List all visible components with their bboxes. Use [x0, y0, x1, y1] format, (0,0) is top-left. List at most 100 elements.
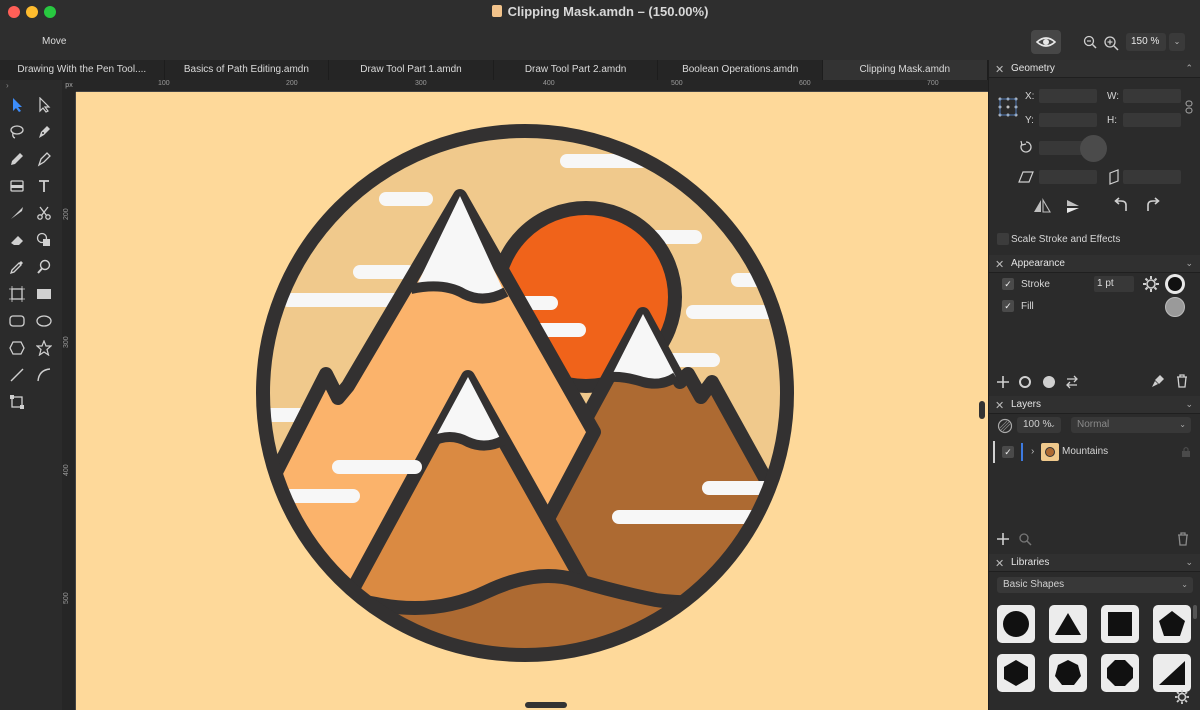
brush-clean-icon[interactable] — [1151, 374, 1165, 388]
hexagon-icon — [9, 341, 25, 355]
chevron-right-icon[interactable]: › — [1031, 446, 1034, 457]
rotate-left-icon[interactable] — [1113, 197, 1129, 213]
node-tool[interactable] — [33, 94, 55, 116]
tab-draw-tool-1[interactable]: Draw Tool Part 1.amdn — [329, 60, 494, 80]
canvas-area[interactable] — [76, 92, 988, 710]
rectangle-tool[interactable] — [33, 283, 55, 305]
library-shape-octagon[interactable] — [1101, 654, 1139, 692]
zoom-level-field[interactable]: 150 % — [1126, 33, 1166, 51]
close-panel-icon[interactable]: ✕ — [995, 557, 1004, 570]
transform-tool[interactable] — [6, 391, 28, 413]
star-tool[interactable] — [33, 337, 55, 359]
move-tool[interactable] — [6, 94, 28, 116]
scale-stroke-checkbox[interactable] — [997, 233, 1009, 245]
polygon-tool[interactable] — [6, 337, 28, 359]
library-dropdown[interactable]: Basic Shapes ⌄ — [997, 577, 1193, 593]
flip-vertical-icon[interactable] — [1065, 198, 1081, 214]
tab-boolean-operations[interactable]: Boolean Operations.amdn — [658, 60, 823, 80]
settings-gear-icon[interactable] — [1175, 690, 1189, 704]
view-mode-button[interactable] — [1031, 30, 1061, 54]
horizontal-ruler: 100 200 300 400 500 600 700 — [62, 80, 988, 92]
library-shape-square[interactable] — [1101, 605, 1139, 643]
add-fill-icon[interactable] — [1042, 375, 1056, 389]
shape-builder-tool[interactable] — [33, 229, 55, 251]
tab-pen-tool[interactable]: Drawing With the Pen Tool.... — [0, 60, 165, 80]
library-shape-right-triangle[interactable] — [1153, 654, 1191, 692]
add-stroke-icon[interactable] — [1018, 375, 1032, 389]
swap-icon[interactable] — [1065, 375, 1079, 389]
eraser-tool[interactable] — [6, 229, 28, 251]
tools-expand-toggle[interactable]: › — [0, 80, 62, 92]
stroke-color-swatch[interactable] — [1165, 274, 1185, 294]
link-icon[interactable] — [1185, 100, 1193, 114]
layer-visibility-checkbox[interactable]: ✓ — [1002, 446, 1014, 458]
library-shape-triangle[interactable] — [1049, 605, 1087, 643]
line-tool[interactable] — [6, 364, 28, 386]
close-panel-icon[interactable]: ✕ — [995, 399, 1004, 412]
horizontal-scrollbar[interactable] — [525, 702, 567, 708]
rotation-dial[interactable] — [1080, 135, 1107, 162]
arc-tool[interactable] — [33, 364, 55, 386]
stroke-checkbox[interactable]: ✓ — [1002, 278, 1014, 290]
gear-icon[interactable] — [1143, 276, 1159, 292]
stroke-width-field[interactable]: 1 pt — [1094, 276, 1134, 292]
appearance-title: Appearance — [1011, 258, 1065, 269]
text-tool[interactable] — [33, 175, 55, 197]
shear-field[interactable] — [1039, 170, 1097, 184]
eyedropper-tool[interactable] — [6, 256, 28, 278]
zoom-tool[interactable] — [33, 256, 55, 278]
close-panel-icon[interactable]: ✕ — [995, 63, 1004, 76]
chevron-up-icon[interactable]: ⌃ — [1185, 63, 1193, 74]
chevron-down-icon[interactable]: ⌄ — [1185, 557, 1193, 568]
zoom-in-icon[interactable] — [1103, 35, 1119, 51]
zoom-dropdown-button[interactable]: ⌄ — [1169, 33, 1185, 51]
tab-path-editing[interactable]: Basics of Path Editing.amdn — [165, 60, 330, 80]
pen-tool[interactable] — [33, 121, 55, 143]
knife-tool[interactable] — [6, 202, 28, 224]
delete-layer-icon[interactable] — [1177, 532, 1189, 546]
chevron-down-icon[interactable]: ⌄ — [1185, 399, 1193, 410]
search-icon[interactable] — [1018, 532, 1032, 546]
fill-tool[interactable] — [6, 175, 28, 197]
x-field[interactable] — [1039, 89, 1097, 103]
library-shape-circle[interactable] — [997, 605, 1035, 643]
rounded-rectangle-tool[interactable] — [6, 310, 28, 332]
skew-field[interactable] — [1123, 170, 1181, 184]
rotate-right-icon[interactable] — [1145, 197, 1161, 213]
tab-clipping-mask[interactable]: Clipping Mask.amdn — [822, 60, 988, 80]
pencil-tool[interactable] — [6, 148, 28, 170]
artboard-tool[interactable] — [6, 283, 28, 305]
rotation-field[interactable] — [1039, 141, 1085, 155]
library-shape-heptagon[interactable] — [1049, 654, 1087, 692]
plus-icon[interactable] — [996, 375, 1010, 389]
mountains-illustration[interactable] — [76, 92, 988, 710]
libraries-scrollbar[interactable] — [1193, 605, 1197, 619]
layer-row[interactable]: ✓ › Mountains — [995, 441, 1200, 463]
lasso-tool[interactable] — [6, 121, 28, 143]
library-shape-pentagon[interactable] — [1153, 605, 1191, 643]
layer-color-tag — [1021, 443, 1023, 461]
zoom-out-icon[interactable] — [1083, 35, 1097, 49]
close-panel-icon[interactable]: ✕ — [995, 258, 1004, 271]
ellipse-tool[interactable] — [33, 310, 55, 332]
tab-draw-tool-2[interactable]: Draw Tool Part 2.amdn — [494, 60, 659, 80]
opacity-dropdown[interactable]: 100 % ⌄ — [1017, 417, 1061, 433]
lock-icon[interactable] — [1181, 446, 1191, 458]
y-field[interactable] — [1039, 113, 1097, 127]
trash-icon[interactable] — [1176, 374, 1188, 388]
fill-checkbox[interactable]: ✓ — [1002, 300, 1014, 312]
blend-mode-dropdown[interactable]: Normal ⌄ — [1071, 417, 1191, 433]
library-shape-hexagon[interactable] — [997, 654, 1035, 692]
height-field[interactable] — [1123, 113, 1181, 127]
ruler-unit: px — [62, 80, 76, 92]
flip-horizontal-icon[interactable] — [1033, 198, 1051, 214]
scissors-tool[interactable] — [33, 202, 55, 224]
vertical-scrollbar[interactable] — [979, 401, 985, 419]
brush-tool[interactable] — [33, 148, 55, 170]
anchor-grid-icon[interactable] — [997, 96, 1019, 118]
add-layer-icon[interactable] — [996, 532, 1010, 546]
fill-color-swatch[interactable] — [1165, 297, 1185, 317]
width-field[interactable] — [1123, 89, 1181, 103]
chevron-down-icon[interactable]: ⌄ — [1185, 258, 1193, 269]
artboard-icon — [9, 286, 25, 302]
